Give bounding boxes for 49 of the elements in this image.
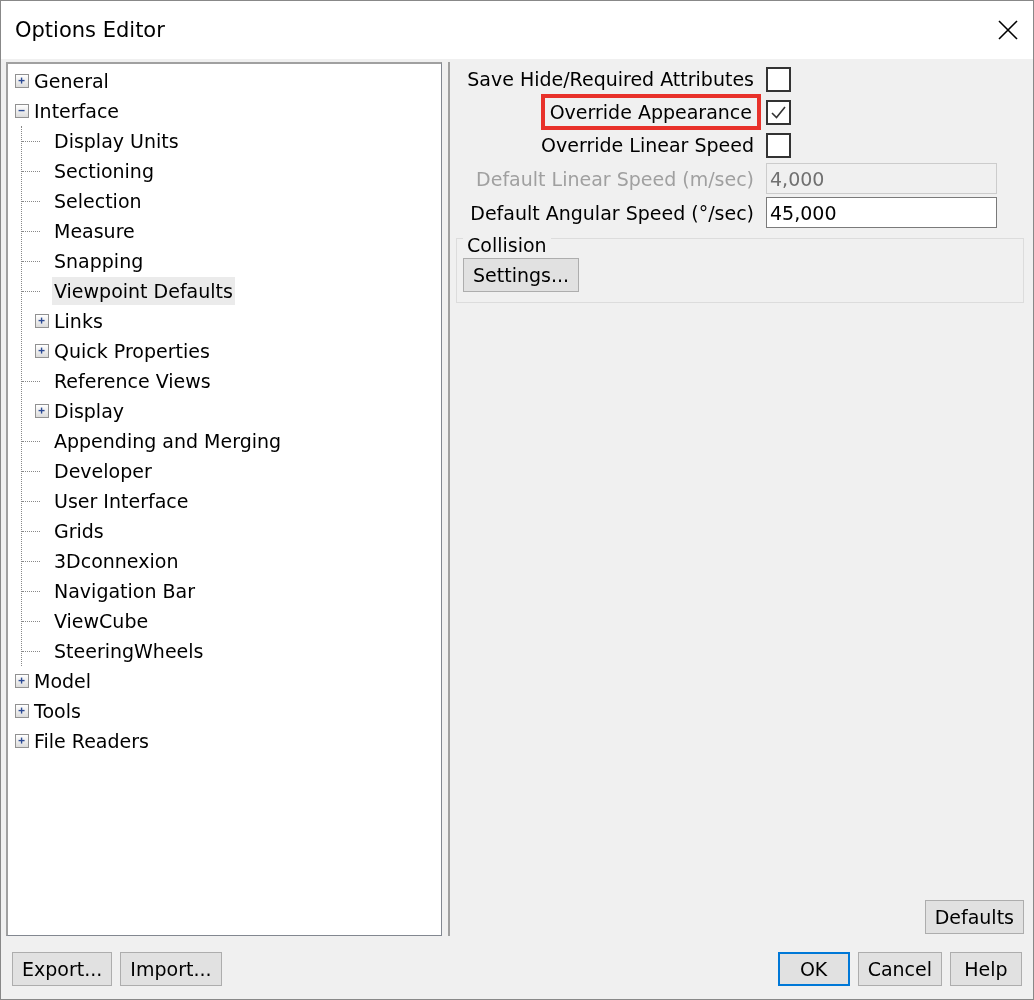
tree-item[interactable]: File Readers [32, 727, 151, 755]
settings-button[interactable]: Settings... [463, 258, 580, 292]
dialog-button[interactable]: Help [950, 952, 1022, 986]
option-label: Override Linear Speed [540, 133, 755, 158]
tree-item[interactable]: 3Dconnexion [52, 547, 181, 575]
tree-item[interactable]: Sectioning [52, 157, 156, 185]
dialog-button[interactable]: OK [777, 952, 850, 986]
tree-item[interactable]: Model [32, 667, 94, 695]
option-label: Default Angular Speed (°/sec) [469, 200, 755, 226]
checkbox[interactable] [766, 66, 791, 92]
dialog-button[interactable]: Cancel [857, 952, 942, 986]
tree-item[interactable]: Developer [52, 457, 154, 485]
option-label: Save Hide/Required Attributes [466, 67, 755, 92]
tree-item[interactable]: SteeringWheels [52, 637, 206, 665]
dialog-button[interactable]: Export... [12, 952, 113, 986]
expand-icon[interactable] [35, 314, 49, 328]
tree-item[interactable]: Navigation Bar [52, 577, 197, 605]
tree-item[interactable]: Display [52, 397, 127, 425]
collapse-icon[interactable] [15, 104, 29, 118]
dialog-button[interactable]: Import... [120, 952, 222, 986]
tree-item[interactable]: Quick Properties [52, 337, 212, 365]
expand-icon[interactable] [15, 734, 29, 748]
tree-item[interactable]: Selection [52, 187, 144, 215]
expand-icon[interactable] [35, 404, 49, 418]
window-title: Options Editor [15, 18, 165, 42]
option-label: Override Appearance [543, 97, 758, 127]
tree-item[interactable]: Appending and Merging [52, 427, 284, 455]
tree-item[interactable]: Grids [52, 517, 106, 545]
tree-item[interactable]: ViewCube [52, 607, 151, 635]
tree-item[interactable]: Reference Views [52, 367, 213, 395]
expand-icon[interactable] [15, 74, 29, 88]
tree-item[interactable]: Tools [32, 697, 83, 725]
expand-icon[interactable] [35, 344, 49, 358]
tree-item[interactable]: User Interface [52, 487, 191, 515]
tree-item[interactable]: Display Units [52, 127, 181, 155]
tree-item[interactable]: Interface [32, 97, 122, 125]
tree-item[interactable]: Viewpoint Defaults [52, 277, 235, 305]
tree-item[interactable]: Links [52, 307, 105, 335]
tree-item[interactable]: Snapping [52, 247, 146, 275]
tree-item[interactable]: General [32, 67, 111, 95]
expand-icon[interactable] [15, 704, 29, 718]
tree-item[interactable]: Measure [52, 217, 137, 245]
option-label: Default Linear Speed (m/sec) [475, 166, 755, 192]
expand-icon[interactable] [15, 674, 29, 688]
checkbox[interactable] [766, 132, 791, 158]
input-field[interactable]: 45,000 [766, 197, 997, 228]
close-icon[interactable] [997, 19, 1019, 41]
defaults-button[interactable]: Defaults [924, 900, 1024, 934]
checkbox[interactable] [766, 99, 791, 125]
